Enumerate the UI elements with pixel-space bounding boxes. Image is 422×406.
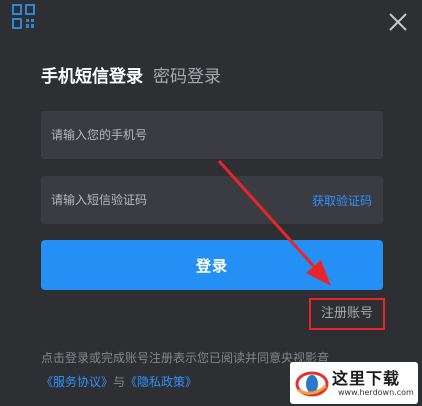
tab-sms-login[interactable]: 手机短信登录 [41, 62, 143, 87]
watermark-title: 这里下载 [332, 369, 401, 388]
qr-code-icon[interactable] [11, 3, 37, 31]
sms-code-field: 获取验证码 [41, 176, 383, 224]
phone-field [41, 111, 383, 159]
watermark-url: www.herdown.com [338, 388, 414, 397]
login-tabs: 手机短信登录 密码登录 [41, 62, 221, 87]
agreement-and: 与 [113, 375, 126, 389]
register-account-link[interactable]: 注册账号 [309, 298, 385, 330]
sms-code-input[interactable] [41, 176, 301, 224]
login-button[interactable]: 登录 [41, 240, 383, 290]
login-dialog: 手机短信登录 密码登录 获取验证码 登录 注册账号 点击登录或完成账号注册表示您… [0, 0, 422, 406]
watermark-logo-icon [295, 371, 329, 397]
tab-password-login[interactable]: 密码登录 [153, 62, 221, 87]
watermark-badge: 这里下载 www.herdown.com [290, 362, 418, 404]
phone-input[interactable] [41, 111, 301, 159]
get-code-button[interactable]: 获取验证码 [312, 192, 372, 209]
close-icon[interactable] [388, 12, 408, 32]
privacy-policy-link[interactable]: 《隐私政策》 [125, 375, 197, 389]
service-agreement-link[interactable]: 《服务协议》 [41, 375, 113, 389]
